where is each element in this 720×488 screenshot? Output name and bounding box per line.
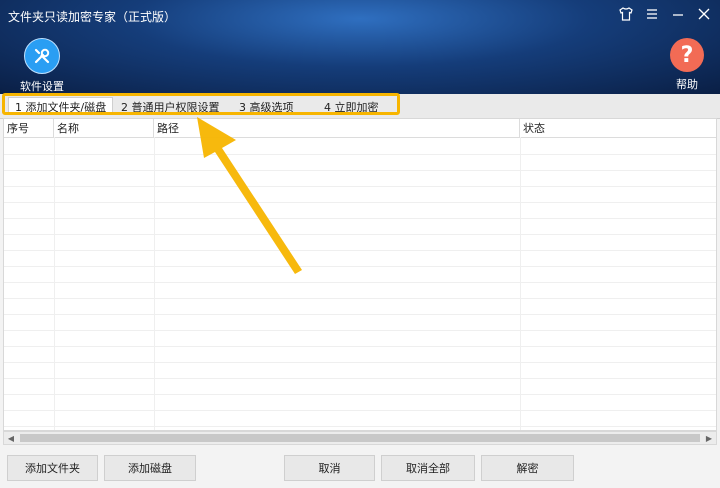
- row-divider: [4, 394, 716, 395]
- row-divider: [4, 282, 716, 283]
- minimize-icon[interactable]: [670, 6, 686, 22]
- row-divider: [4, 346, 716, 347]
- menu-icon[interactable]: [644, 6, 660, 22]
- row-divider: [4, 410, 716, 411]
- tools-icon: [24, 38, 60, 74]
- column-header-name[interactable]: 名称: [54, 119, 154, 137]
- row-divider: [4, 250, 716, 251]
- column-header-path[interactable]: 路径: [154, 119, 520, 137]
- row-divider: [4, 154, 716, 155]
- window-title: 文件夹只读加密专家（正式版）: [8, 10, 177, 24]
- settings-label: 软件设置: [20, 80, 64, 93]
- add-disk-button[interactable]: 添加磁盘: [104, 455, 196, 481]
- decrypt-button[interactable]: 解密: [481, 455, 574, 481]
- scroll-left-icon[interactable]: ◀: [4, 432, 18, 444]
- horizontal-scrollbar[interactable]: ◀ ▶: [3, 431, 717, 445]
- cancel-button[interactable]: 取消: [284, 455, 375, 481]
- add-folder-button[interactable]: 添加文件夹: [7, 455, 98, 481]
- row-divider: [4, 266, 716, 267]
- scrollbar-thumb[interactable]: [20, 434, 700, 442]
- row-divider: [4, 234, 716, 235]
- cancel-all-button[interactable]: 取消全部: [381, 455, 475, 481]
- row-divider: [4, 298, 716, 299]
- column-header-index[interactable]: 序号: [4, 119, 54, 137]
- column-divider: [520, 137, 521, 430]
- row-divider: [4, 218, 716, 219]
- help-label: 帮助: [676, 78, 698, 91]
- header-banner: 文件夹只读加密专家（正式版） 软件设置 ? 帮助: [0, 0, 720, 94]
- row-divider: [4, 378, 716, 379]
- column-header-status[interactable]: 状态: [520, 119, 716, 137]
- row-divider: [4, 362, 716, 363]
- column-divider: [54, 137, 55, 430]
- help-button[interactable]: ? 帮助: [670, 38, 704, 92]
- row-divider: [4, 186, 716, 187]
- row-divider: [4, 202, 716, 203]
- row-divider: [4, 426, 716, 427]
- settings-button[interactable]: 软件设置: [20, 38, 64, 94]
- column-divider: [154, 137, 155, 430]
- close-icon[interactable]: [696, 6, 712, 22]
- tabs-highlight-box: [2, 93, 400, 115]
- row-divider: [4, 314, 716, 315]
- header-divider: [4, 137, 716, 138]
- scroll-right-icon[interactable]: ▶: [702, 432, 716, 444]
- tshirt-icon[interactable]: [618, 6, 634, 22]
- file-table[interactable]: 序号 名称 路径 状态: [3, 118, 717, 431]
- window-controls: [618, 6, 712, 22]
- question-icon: ?: [670, 38, 704, 72]
- row-divider: [4, 170, 716, 171]
- row-divider: [4, 330, 716, 331]
